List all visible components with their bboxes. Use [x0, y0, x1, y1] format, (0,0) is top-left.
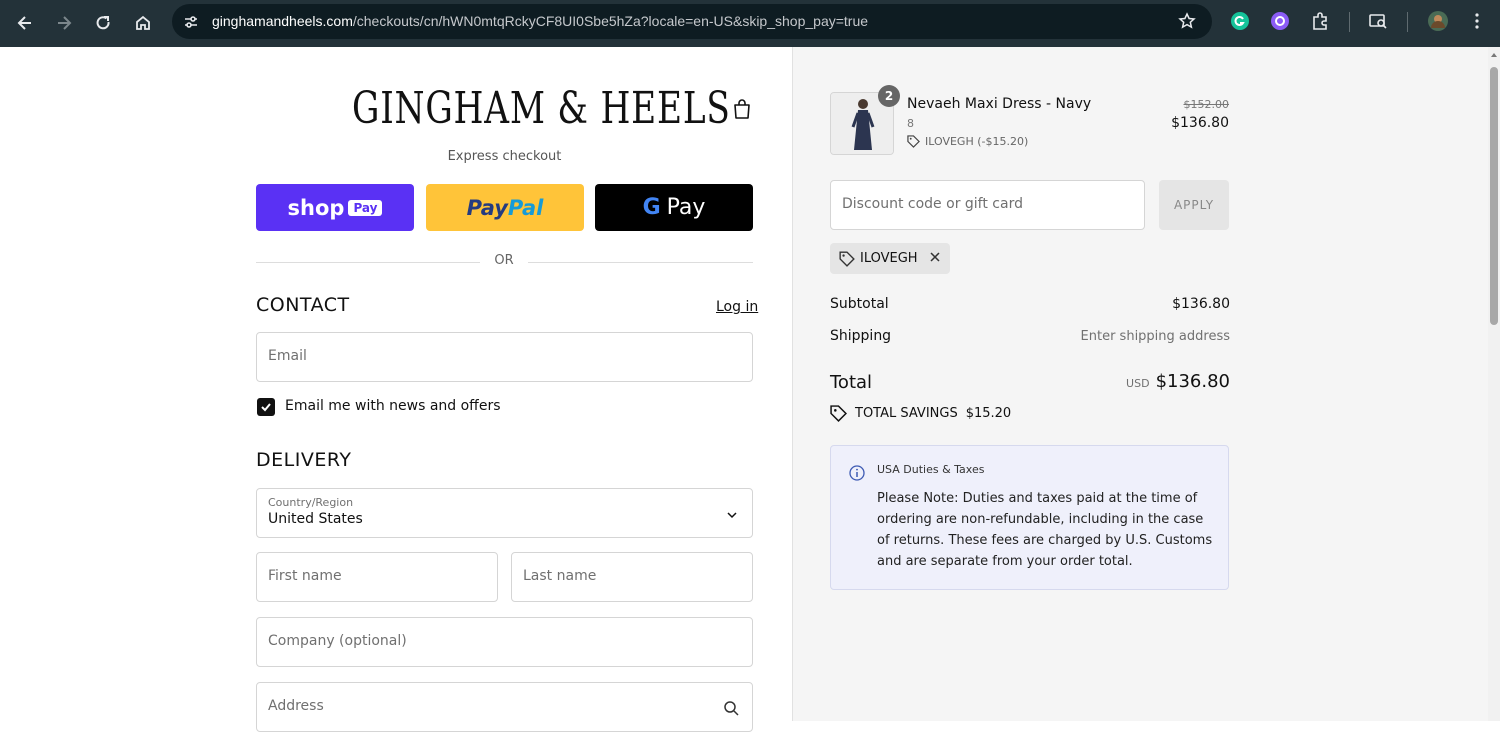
product-discount: ILOVEGH (-$15.20)	[907, 135, 1028, 148]
shopping-bag-icon[interactable]	[730, 97, 754, 121]
country-select[interactable]: Country/Region United States	[256, 488, 753, 538]
product-price: $136.80	[1171, 115, 1229, 131]
google-g-icon: G	[642, 195, 661, 220]
paypal-button[interactable]: Pay Pal	[426, 184, 584, 231]
profile-avatar-icon[interactable]	[1427, 10, 1449, 32]
product-variant: 8	[907, 117, 914, 130]
subtotal-label: Subtotal	[830, 296, 889, 312]
first-name-field[interactable]: First name	[256, 552, 498, 602]
product-discount-text: ILOVEGH (-$15.20)	[925, 135, 1029, 148]
paypal-wordmark-part1: Pay	[466, 195, 508, 220]
last-name-field[interactable]: Last name	[511, 552, 753, 602]
or-divider-right	[528, 262, 753, 263]
bookmark-star-icon[interactable]	[1178, 12, 1196, 34]
total-currency: USD	[1126, 377, 1150, 390]
contact-heading: CONTACT	[256, 294, 350, 316]
tag-icon	[907, 135, 920, 148]
toolbar-divider	[1349, 12, 1350, 32]
newsletter-checkbox[interactable]	[257, 398, 275, 416]
google-pay-button[interactable]: G Pay	[595, 184, 753, 231]
discount-code-input[interactable]: Discount code or gift card	[830, 180, 1145, 230]
google-pay-label: Pay	[666, 195, 706, 220]
url-path: /checkouts/cn/hWN0mtqRckyCF8UI0Sbe5hZa?l…	[352, 13, 869, 29]
last-name-placeholder: Last name	[523, 568, 597, 584]
grammarly-extension-icon[interactable]	[1229, 10, 1251, 32]
express-checkout-label: Express checkout	[447, 149, 562, 164]
browser-toolbar: ginghamandheels.com/checkouts/cn/hWN0mtq…	[0, 0, 1500, 47]
country-label: Country/Region	[268, 496, 354, 509]
newsletter-label: Email me with news and offers	[285, 398, 501, 414]
apply-button[interactable]: APPLY	[1159, 180, 1229, 230]
address-bar[interactable]: ginghamandheels.com/checkouts/cn/hWN0mtq…	[172, 4, 1212, 39]
savings-value: $15.20	[965, 406, 1012, 421]
total-value: $136.80	[1155, 371, 1230, 392]
address-field[interactable]: Address	[256, 682, 753, 732]
total-label: Total	[830, 372, 873, 393]
total-amount: USD $136.80	[1050, 371, 1230, 392]
product-name: Nevaeh Maxi Dress - Navy	[907, 96, 1092, 112]
tag-icon	[839, 250, 855, 267]
notice-title: USA Duties & Taxes	[877, 463, 985, 476]
subtotal-value: $136.80	[1172, 296, 1230, 312]
discount-placeholder: Discount code or gift card	[842, 196, 1023, 212]
reload-icon[interactable]	[88, 8, 118, 38]
scrollbar-thumb[interactable]	[1490, 67, 1498, 325]
forward-arrow-icon[interactable]	[49, 8, 79, 38]
quantity-badge: 2	[878, 85, 900, 107]
shop-pay-tag: Pay	[348, 199, 383, 216]
company-placeholder: Company (optional)	[268, 633, 407, 649]
email-placeholder: Email	[268, 348, 307, 364]
toolbar-divider	[1407, 12, 1408, 32]
country-value: United States	[268, 511, 363, 527]
store-logo[interactable]: GINGHAM & HEELS	[352, 83, 730, 134]
savings-tag-icon	[830, 405, 847, 422]
duties-notice: USA Duties & Taxes Please Note: Duties a…	[830, 445, 1229, 590]
extensions-puzzle-icon[interactable]	[1309, 10, 1331, 32]
site-settings-icon[interactable]	[180, 11, 202, 33]
product-original-price: $152.00	[1183, 98, 1230, 111]
log-in-link[interactable]: Log in	[716, 299, 758, 315]
search-icon[interactable]	[723, 700, 739, 720]
back-arrow-icon[interactable]	[10, 8, 40, 38]
checkmark-icon	[261, 403, 271, 412]
total-savings: TOTAL SAVINGS $15.20	[830, 405, 1011, 422]
remove-discount-close-icon[interactable]	[929, 251, 941, 267]
notice-body: Please Note: Duties and taxes paid at th…	[877, 491, 1213, 569]
shop-pay-button[interactable]: shop Pay	[256, 184, 414, 231]
page-scrollbar[interactable]	[1488, 47, 1500, 721]
scroll-up-arrow-icon[interactable]	[1491, 53, 1497, 57]
home-icon[interactable]	[128, 8, 158, 38]
email-field[interactable]: Email	[256, 332, 753, 382]
purple-extension-icon[interactable]	[1269, 10, 1291, 32]
shipping-label: Shipping	[830, 328, 892, 344]
url-host: ginghamandheels.com	[212, 13, 353, 29]
chevron-down-icon	[726, 506, 738, 525]
checkout-page: GINGHAM & HEELS Express checkout shop Pay…	[0, 47, 1488, 732]
or-divider-text: OR	[494, 253, 514, 268]
url-text: ginghamandheels.com/checkouts/cn/hWN0mtq…	[212, 13, 868, 29]
shipping-value: Enter shipping address	[1080, 329, 1230, 344]
address-placeholder: Address	[268, 698, 324, 714]
info-icon	[849, 465, 865, 485]
more-menu-icon[interactable]	[1466, 10, 1488, 32]
delivery-heading: DELIVERY	[256, 449, 352, 471]
first-name-placeholder: First name	[268, 568, 342, 584]
company-field[interactable]: Company (optional)	[256, 617, 753, 667]
savings-label: TOTAL SAVINGS	[855, 406, 958, 421]
shop-pay-wordmark: shop	[287, 195, 345, 220]
paypal-wordmark-part2: Pal	[507, 195, 544, 220]
applied-discount-chip: ILOVEGH	[830, 243, 950, 274]
or-divider-left	[256, 262, 480, 263]
applied-code-text: ILOVEGH	[860, 251, 918, 266]
tab-search-icon[interactable]	[1367, 10, 1389, 32]
